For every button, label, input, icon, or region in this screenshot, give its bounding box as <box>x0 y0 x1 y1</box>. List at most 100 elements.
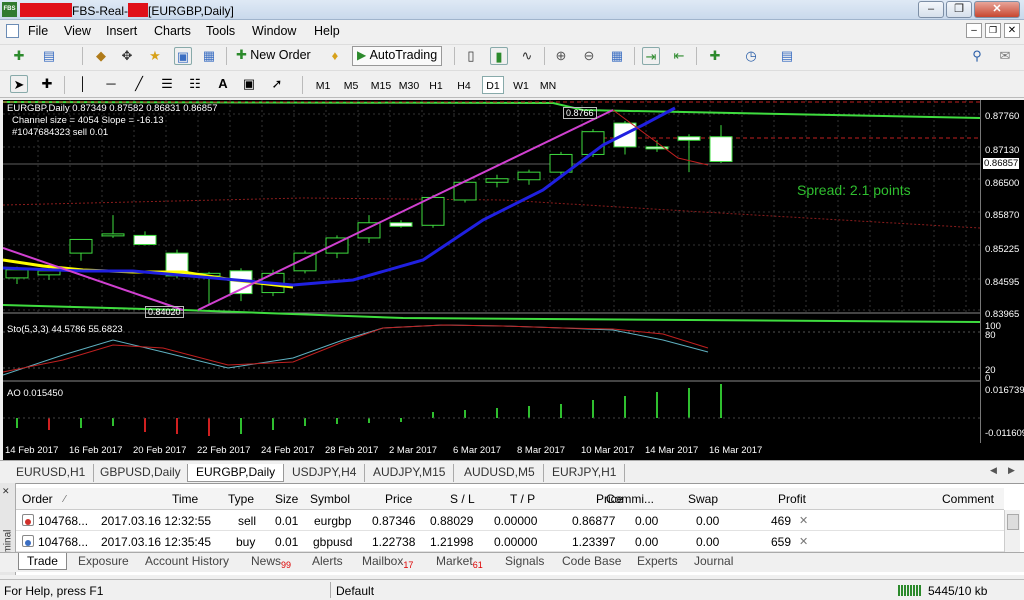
col-sl[interactable]: S / L <box>450 492 475 506</box>
zoom-out-icon[interactable]: ⊖ <box>580 47 598 65</box>
fibonacci-icon[interactable]: ☷ <box>186 75 204 93</box>
maximize-button[interactable]: ❐ <box>946 1 972 18</box>
terminal-scrollbar[interactable] <box>1004 510 1020 552</box>
chart-tab-eurjpy-h1[interactable]: EURJPY,H1 <box>544 464 626 482</box>
new-order-button[interactable]: ✚ New Order <box>236 47 311 65</box>
terminal-icon[interactable]: ▣ <box>174 47 192 65</box>
menu-help[interactable]: Help <box>314 24 340 38</box>
indicators-icon[interactable]: ✚ <box>706 47 724 65</box>
line-chart-icon[interactable]: ∿ <box>518 47 536 65</box>
tab-account-history[interactable]: Account History <box>145 554 229 568</box>
new-chart-icon[interactable]: ✚ <box>10 47 28 65</box>
col-type[interactable]: Type <box>228 492 254 506</box>
auto-scroll-icon[interactable]: ⇤ <box>670 47 688 65</box>
mdi-close-button[interactable]: ✕ <box>1004 23 1020 38</box>
col-symbol[interactable]: Symbol <box>310 492 350 506</box>
price-axis[interactable]: 0.87760 0.87130 0.86857 0.86500 0.85870 … <box>980 100 1024 443</box>
col-time[interactable]: Time <box>172 492 198 506</box>
col-size[interactable]: Size <box>275 492 298 506</box>
tab-mailbox[interactable]: Mailbox17 <box>362 554 413 570</box>
timeframe-h4[interactable]: H4 <box>454 77 474 95</box>
tab-scroll-right-icon[interactable]: ▶ <box>1008 465 1015 476</box>
menu-tools[interactable]: Tools <box>206 24 235 38</box>
timeframe-m5[interactable]: M5 <box>340 77 362 95</box>
close-order-icon[interactable]: ✕ <box>799 535 808 548</box>
chart-shift-icon[interactable]: ⇥ <box>642 47 660 65</box>
timeframe-h1[interactable]: H1 <box>426 77 446 95</box>
col-commission[interactable]: Commi... <box>606 492 654 506</box>
navigator-icon[interactable]: ★ <box>146 47 164 65</box>
doc-icon[interactable] <box>6 24 19 38</box>
minimize-button[interactable]: – <box>918 1 944 18</box>
app-icon[interactable]: FBS <box>2 2 17 17</box>
col-order[interactable]: Order <box>22 492 53 506</box>
search-icon[interactable]: ⚲ <box>968 47 986 65</box>
trendline-icon[interactable]: ╱ <box>130 75 148 93</box>
timeframe-d1[interactable]: D1 <box>482 76 504 94</box>
horizontal-line-icon[interactable]: ─ <box>102 75 120 93</box>
tab-alerts[interactable]: Alerts <box>312 554 343 568</box>
col-swap[interactable]: Swap <box>688 492 718 506</box>
profiles-icon[interactable]: ▤ <box>40 47 58 65</box>
metaeditor-icon[interactable]: ♦ <box>326 47 344 65</box>
timeframe-mn[interactable]: MN <box>536 77 560 95</box>
timeframe-m1[interactable]: M1 <box>312 77 334 95</box>
tab-signals[interactable]: Signals <box>505 554 544 568</box>
tile-windows-icon[interactable]: ▦ <box>608 47 626 65</box>
bar-chart-icon[interactable]: ▯ <box>462 47 480 65</box>
menu-view[interactable]: View <box>64 24 91 38</box>
templates-icon[interactable]: ▤ <box>778 47 796 65</box>
col-comment[interactable]: Comment <box>942 492 994 506</box>
cell-type: buy <box>236 535 256 549</box>
status-profile[interactable]: Default <box>336 584 374 598</box>
col-tp[interactable]: T / P <box>510 492 535 506</box>
chart-canvas[interactable]: EURGBP,Daily 0.87349 0.87582 0.86831 0.8… <box>3 100 980 443</box>
timeframe-m30[interactable]: M30 <box>396 77 422 95</box>
market-watch-icon[interactable]: ◆ <box>92 47 110 65</box>
menu-insert[interactable]: Insert <box>106 24 137 38</box>
tab-code-base[interactable]: Code Base <box>562 554 621 568</box>
mdi-minimize-button[interactable]: – <box>966 23 982 38</box>
chart-tab-audusd-m5[interactable]: AUDUSD,M5 <box>456 464 544 482</box>
chart-tab-gbpusd-daily[interactable]: GBPUSD,Daily <box>92 464 190 482</box>
arrows-icon[interactable]: ➚ <box>268 75 286 93</box>
close-button[interactable]: ✕ <box>974 1 1020 18</box>
tester-icon[interactable]: ▦ <box>200 47 218 65</box>
tab-exposure[interactable]: Exposure <box>78 554 129 568</box>
cursor-icon[interactable]: ➤ <box>10 75 28 93</box>
periods-icon[interactable]: ◷ <box>742 47 760 65</box>
scrollbar-thumb[interactable] <box>1007 514 1019 530</box>
connection-icon[interactable] <box>898 585 922 596</box>
data-window-icon[interactable]: ✥ <box>118 47 136 65</box>
chat-icon[interactable]: ✉ <box>996 47 1014 65</box>
menu-file[interactable]: File <box>28 24 48 38</box>
cell-profit: 469 <box>771 514 792 528</box>
autotrading-button[interactable]: ▶ AutoTrading <box>352 46 443 66</box>
tab-market[interactable]: Market61 <box>436 554 483 570</box>
crosshair-icon[interactable]: ✚ <box>38 75 56 93</box>
chart-tab-eurgbp-daily[interactable]: EURGBP,Daily <box>187 464 285 482</box>
tab-experts[interactable]: Experts <box>637 554 678 568</box>
candlestick-icon[interactable]: ▮ <box>490 47 508 65</box>
zoom-in-icon[interactable]: ⊕ <box>552 47 570 65</box>
close-order-icon[interactable]: ✕ <box>799 514 808 527</box>
menu-charts[interactable]: Charts <box>154 24 191 38</box>
text-icon[interactable]: A <box>214 75 232 93</box>
col-profit[interactable]: Profit <box>778 492 806 506</box>
timeframe-m15[interactable]: M15 <box>368 77 394 95</box>
tab-scroll-left-icon[interactable]: ◀ <box>990 465 997 476</box>
chart-tab-audjpy-m15[interactable]: AUDJPY,M15 <box>365 464 455 482</box>
terminal-close-icon[interactable]: ✕ <box>2 486 10 497</box>
timeframe-w1[interactable]: W1 <box>510 77 532 95</box>
label-icon[interactable]: ▣ <box>240 75 258 93</box>
tab-news[interactable]: News99 <box>251 554 291 570</box>
tab-journal[interactable]: Journal <box>694 554 733 568</box>
channel-icon[interactable]: ☰ <box>158 75 176 93</box>
menu-window[interactable]: Window <box>252 24 296 38</box>
vertical-line-icon[interactable]: │ <box>74 75 92 93</box>
chart-tab-usdjpy-h4[interactable]: USDJPY,H4 <box>284 464 366 482</box>
chart-tab-eurusd-h1[interactable]: EURUSD,H1 <box>8 464 95 482</box>
mdi-restore-button[interactable]: ❐ <box>985 23 1001 38</box>
tab-trade[interactable]: Trade <box>18 553 67 570</box>
col-price[interactable]: Price <box>385 492 412 506</box>
